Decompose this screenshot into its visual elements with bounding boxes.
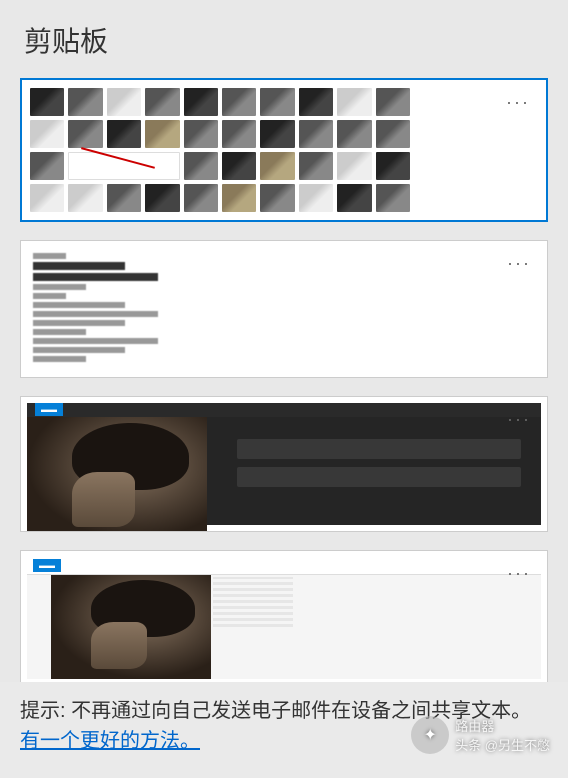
more-options-button[interactable]: ··· [503,405,535,434]
watermark-icon: ✦ [411,716,449,754]
tip-link[interactable]: 有一个更好的方法。 [20,730,200,752]
app-badge-icon: ▬▬ [33,559,61,572]
clipboard-item-content: ▬▬ [21,551,547,685]
tip-prefix: 提示: [20,700,71,722]
watermark-subtext: 头条 @另生不憋 [455,735,550,754]
clipboard-item[interactable]: ▬▬ ··· [20,396,548,532]
clipboard-item[interactable]: ▬▬ ··· [20,550,548,686]
app-badge-icon: ▬▬ [35,403,63,416]
clipboard-item-content [22,80,546,220]
portrait-image [27,417,207,531]
clipboard-items-list: ··· ··· ▬▬ [0,78,568,686]
clipboard-item[interactable]: ··· [20,78,548,222]
more-options-button[interactable]: ··· [503,559,535,588]
document-snippet [29,249,169,369]
watermark: ✦ 路由器 头条 @另生不憋 [411,716,550,754]
screenshot-preview: ▬▬ [27,557,541,679]
clipboard-item-content: ▬▬ [21,397,547,531]
clipboard-title: 剪贴板 [24,20,544,60]
more-options-button[interactable]: ··· [503,249,535,278]
clipboard-header: 剪贴板 [0,0,568,78]
thumbnail-grid [30,88,410,212]
watermark-text: 路由器 [455,716,550,735]
clipboard-item[interactable]: ··· [20,240,548,378]
screenshot-preview: ▬▬ [27,403,541,525]
clipboard-item-content [21,241,547,377]
portrait-image [51,575,211,679]
more-options-button[interactable]: ··· [502,88,534,117]
